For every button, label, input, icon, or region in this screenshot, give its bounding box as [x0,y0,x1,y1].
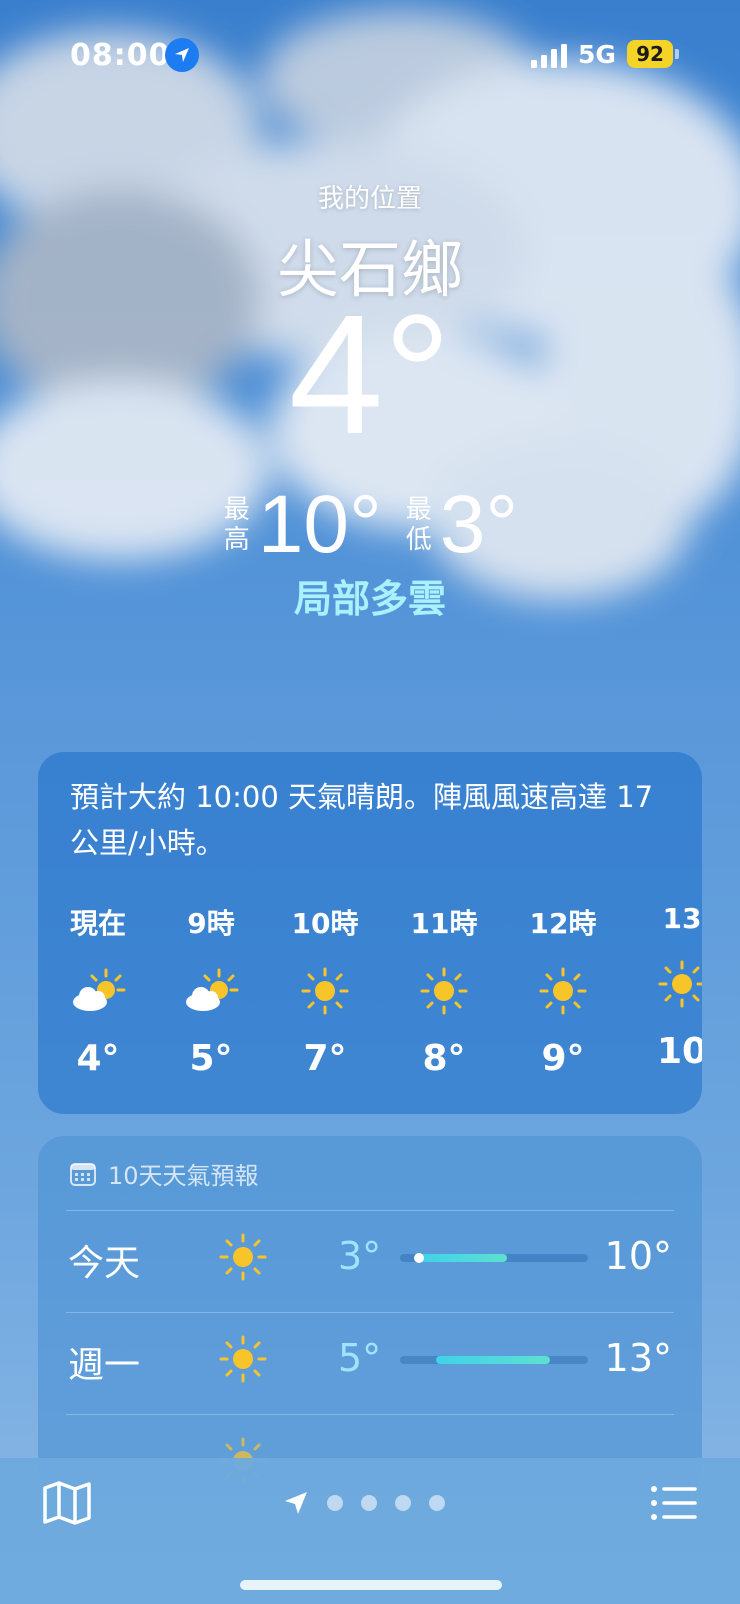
bottom-toolbar [0,1458,740,1604]
condition-text: 局部多雲 [293,577,446,621]
ten-day-header: 10天天氣預報 [70,1156,259,1191]
day-high-temp: 10° [604,1234,672,1278]
divider [66,1210,674,1211]
hour-temp: 7° [303,1038,347,1079]
hour-label: 現在 [69,907,126,940]
day-row[interactable]: 今天 3° 10° [38,1212,702,1312]
hour-label: 10時 [291,907,359,940]
hourly-forecast-card[interactable]: 預計大約 10:00 天氣晴朗。陣風風速高達 17 公里/小時。 現在 4° 9… [38,752,702,1114]
high-temp: 10° [257,479,382,570]
hour-temp: 8° [422,1038,466,1079]
hour-temp: 10 [656,1031,702,1072]
hour-item: 11時 8° [384,902,504,1079]
hour-label: 11時 [410,907,478,940]
day-row[interactable]: 週一 5° 13° [38,1314,702,1414]
page-dot [395,1495,411,1511]
temp-range-bar [400,1253,588,1263]
hour-item: 13 10 [622,902,702,1072]
low-temp: 3° [439,479,519,570]
hour-item: 10時 7° [265,902,385,1079]
cellular-signal-icon [531,44,567,68]
low-label: 最低 [405,495,432,555]
network-type: 5G [578,40,616,69]
page-dot [429,1495,445,1511]
hour-temp: 9° [541,1038,585,1079]
partly-sunny-icon [151,966,271,1016]
my-location-label: 我的位置 [317,184,422,214]
temp-range-bar [400,1356,588,1364]
sun-icon [622,959,702,1009]
divider [66,1312,674,1313]
list-icon[interactable] [650,1484,698,1522]
hour-label: 9時 [187,907,235,940]
hour-item: 9時 5° [151,902,271,1079]
high-label: 最高 [223,495,250,555]
page-dot [361,1495,377,1511]
sun-icon [219,1233,267,1281]
high-low: 最高 10° 最低 3° [0,478,740,572]
low-temp-group: 最低 3° [404,478,518,572]
status-bar: 08:00 5G 92 [0,30,740,82]
hour-temp: 4° [76,1038,120,1079]
home-indicator [240,1580,502,1590]
calendar-icon [70,1162,96,1186]
day-name: 週一 [68,1345,141,1386]
status-time: 08:00 [70,38,171,73]
battery-indicator: 92 [627,40,673,68]
hourly-list[interactable]: 現在 4° 9時 5° 10時 7° 11時 8° 12時 9° 13 10 [38,902,702,1102]
map-icon[interactable] [42,1480,92,1526]
page-dot [327,1495,343,1511]
sun-icon [265,966,385,1016]
current-temp-marker [413,1253,424,1263]
high-temp-group: 最高 10° [222,478,382,572]
hour-item: 12時 9° [503,902,623,1079]
ten-day-title: 10天天氣預報 [108,1162,259,1190]
hour-label: 12時 [529,907,597,940]
temp-range-fill [418,1254,508,1262]
hour-item: 現在 4° [38,902,158,1079]
sun-icon [219,1335,267,1383]
day-name: 今天 [68,1243,141,1284]
current-temperature: 4° [288,280,452,470]
location-services-icon [165,38,199,72]
hour-label: 13 [662,902,702,935]
sun-icon [503,966,623,1016]
day-high-temp: 13° [604,1336,672,1380]
location-arrow-icon [285,1492,307,1514]
battery-cap [675,49,679,59]
sun-icon [384,966,504,1016]
partly-sunny-icon [38,966,158,1016]
page-indicator[interactable] [283,1490,445,1516]
ten-day-forecast-card[interactable]: 10天天氣預報 今天 3° 10° 週一 5° 13° [38,1136,702,1496]
day-low-temp: 3° [338,1234,382,1278]
divider [66,1414,674,1415]
day-low-temp: 5° [338,1336,382,1380]
hour-temp: 5° [189,1038,233,1079]
forecast-summary: 預計大約 10:00 天氣晴朗。陣風風速高達 17 公里/小時。 [70,780,654,860]
temp-range-fill [435,1356,551,1364]
